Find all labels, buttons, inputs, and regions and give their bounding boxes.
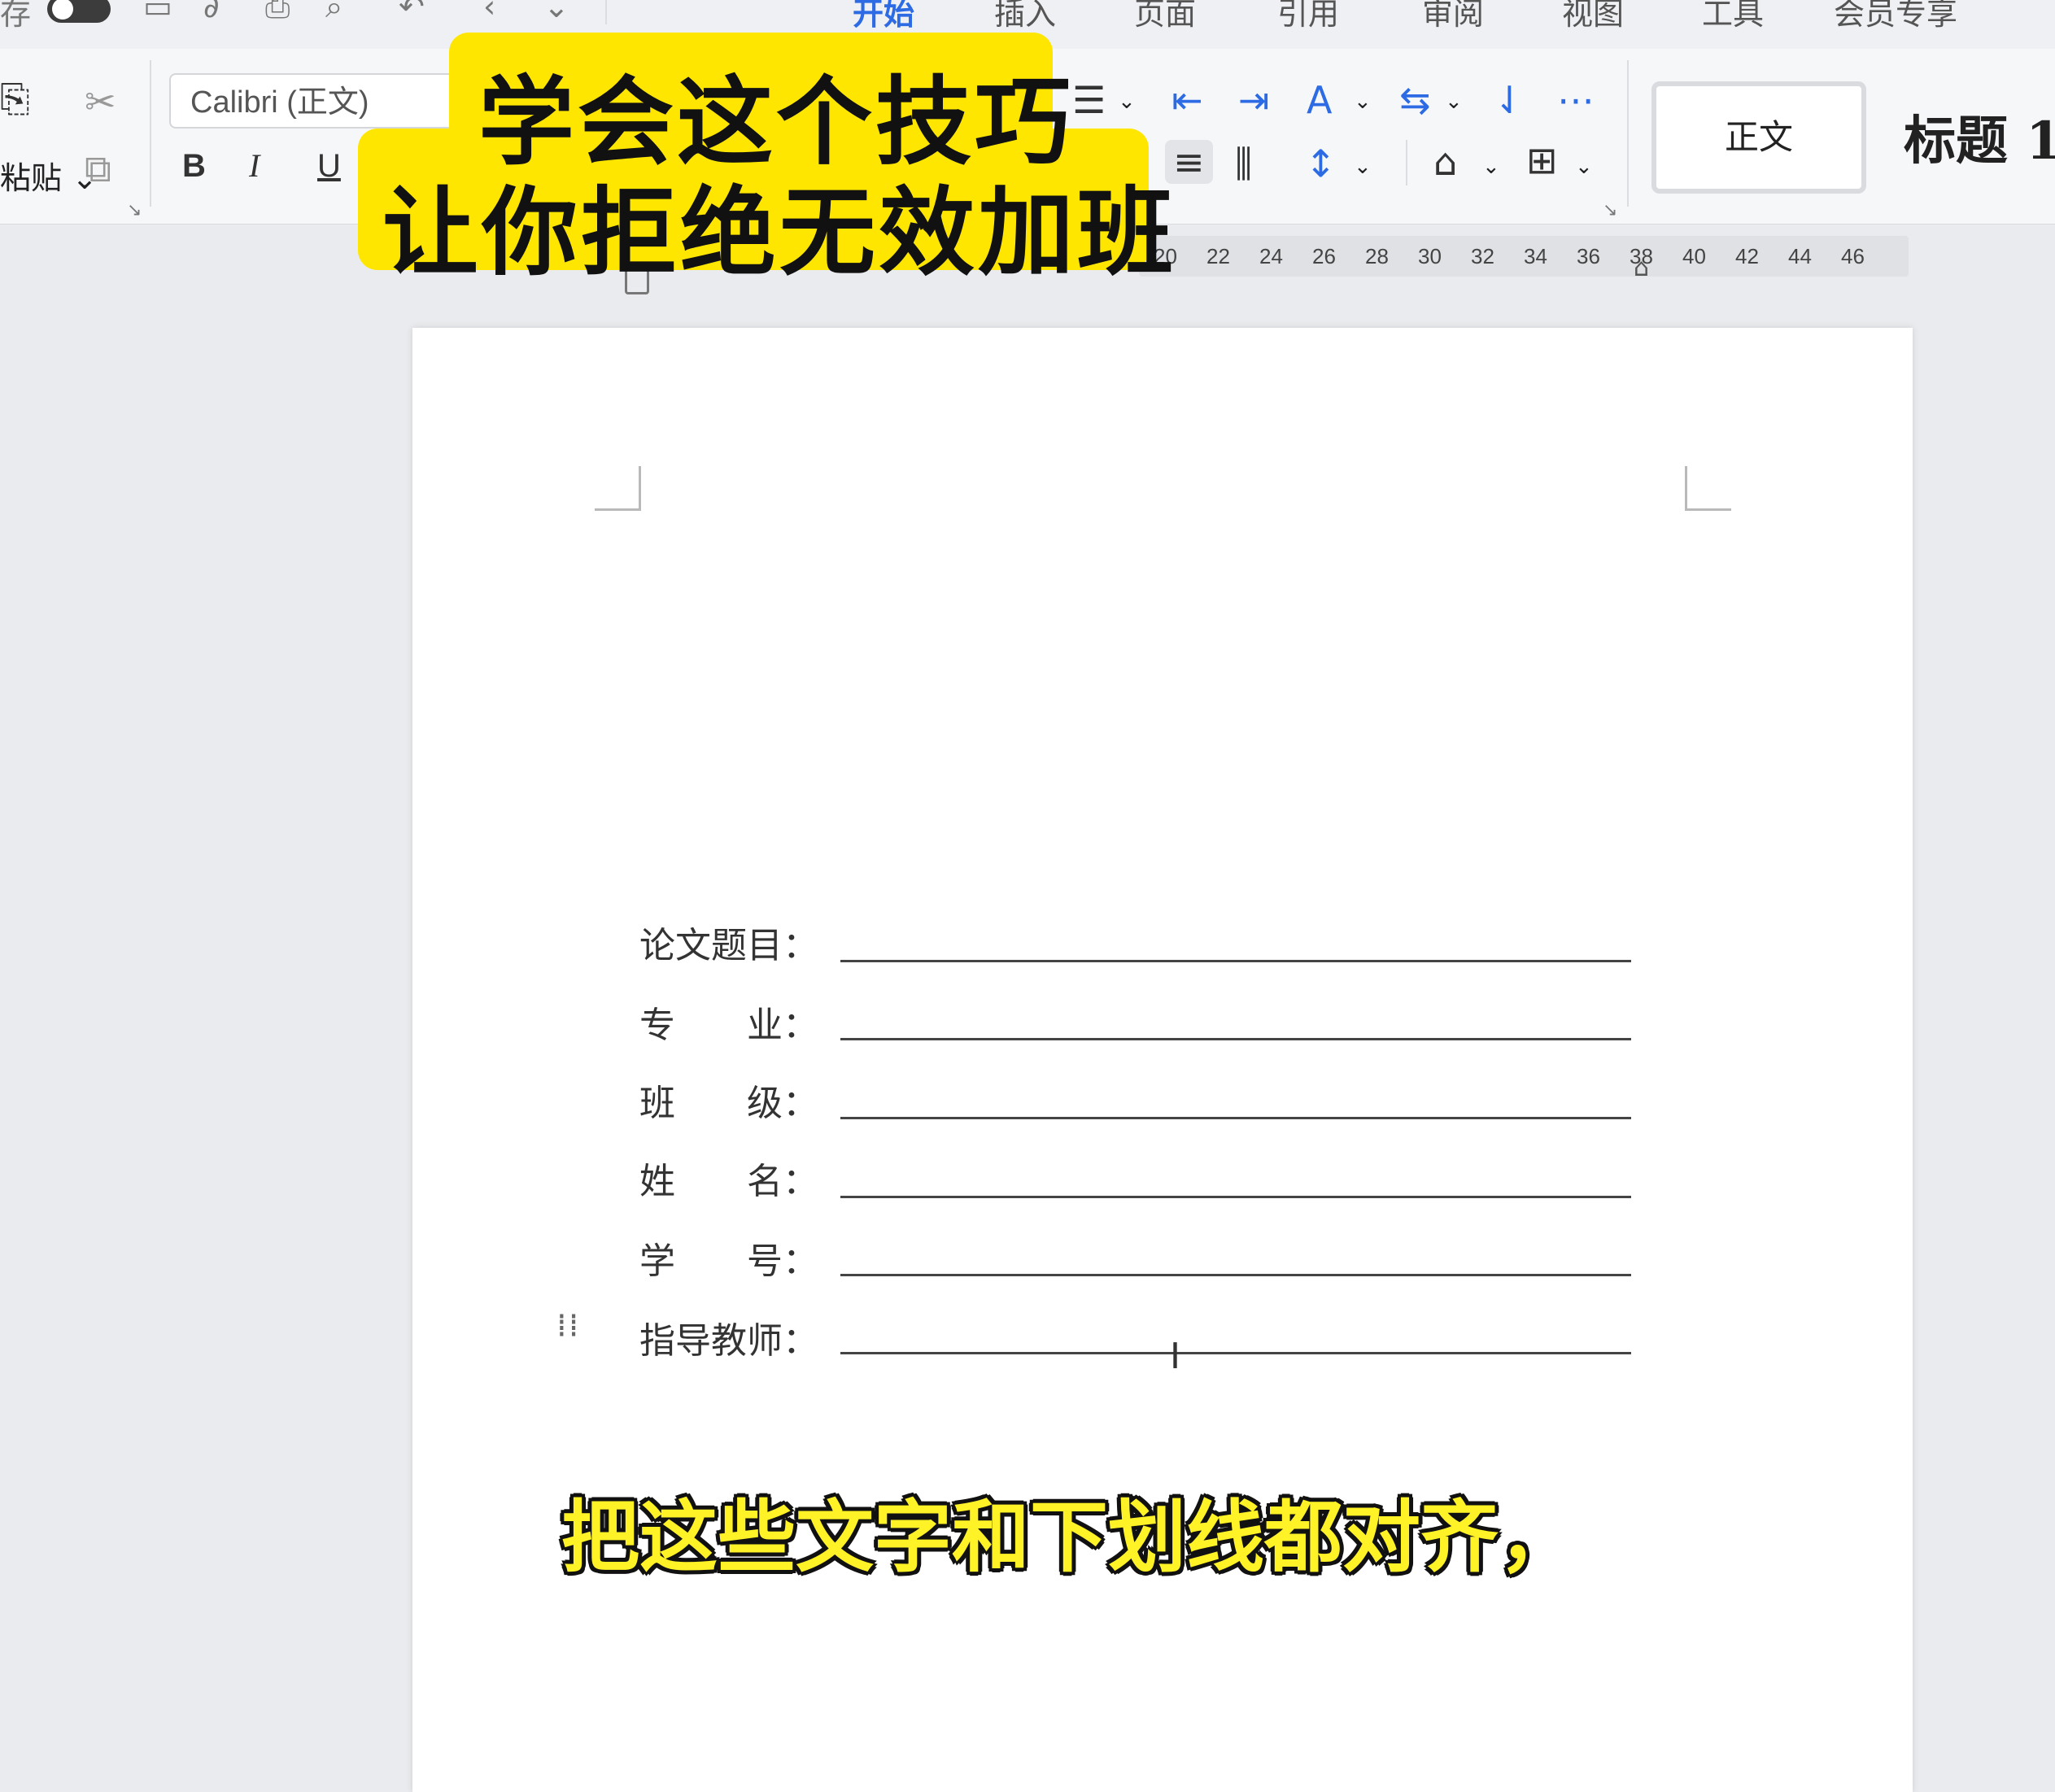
underline-student-id[interactable]: [840, 1274, 1631, 1276]
chevron-down-icon[interactable]: ⌄: [1575, 155, 1593, 179]
divider: [1627, 60, 1629, 207]
chevron-down-icon[interactable]: ⌄: [1354, 155, 1372, 179]
text-cursor-icon: I: [1170, 1336, 1180, 1377]
underline-major[interactable]: [840, 1038, 1631, 1040]
line-spacing-icon[interactable]: ↕: [1305, 145, 1337, 182]
character-spacing-icon[interactable]: A: [1307, 81, 1332, 119]
link-icon[interactable]: ∂: [203, 0, 220, 24]
borders-icon[interactable]: ⊞: [1526, 142, 1558, 179]
tab-page[interactable]: 页面: [1134, 0, 1196, 33]
autosave-toggle[interactable]: [47, 0, 111, 23]
text-direction-icon[interactable]: ⇆: [1399, 81, 1431, 119]
chevron-down-icon[interactable]: ⌄: [1354, 89, 1372, 114]
field-label-class: 班 级：: [639, 1083, 818, 1124]
right-indent-marker-icon[interactable]: ⌂: [1634, 254, 1649, 282]
bold-button[interactable]: B: [182, 150, 206, 182]
ruler-tick: 24: [1259, 244, 1283, 268]
style-heading-1[interactable]: 标题 1: [1904, 99, 2055, 174]
distributed-align-icon[interactable]: ⫼: [1235, 145, 1252, 182]
tab-review[interactable]: 审阅: [1422, 0, 1484, 33]
shading-icon[interactable]: ⌂: [1433, 143, 1457, 181]
video-subtitle: 把这些文字和下划线都对齐，: [561, 1492, 1577, 1583]
paste-label: 粘贴: [0, 160, 63, 196]
paragraph-launcher-icon[interactable]: ↘: [1603, 200, 1617, 220]
ruler-tick: 44: [1788, 244, 1812, 268]
format-painter-icon[interactable]: ⎘: [0, 80, 30, 117]
tab-member[interactable]: 会员专享: [1834, 0, 1957, 33]
chevron-down-icon[interactable]: ⌄: [1445, 89, 1463, 114]
style-normal[interactable]: 正文: [1651, 81, 1866, 194]
field-label-thesis-title: 论文题目：: [639, 925, 818, 966]
tab-view[interactable]: 视图: [1562, 0, 1624, 33]
underline-advisor[interactable]: [840, 1352, 1631, 1354]
margin-corner-top-right: [1685, 466, 1731, 511]
ruler-tick: 32: [1471, 244, 1494, 268]
underline-button[interactable]: U: [317, 150, 341, 182]
ruler-tick: 34: [1524, 244, 1547, 268]
ruler-tick: 22: [1206, 244, 1230, 268]
tab-tools[interactable]: 工具: [1702, 0, 1764, 33]
banner-line-2: 让你拒绝无效加班: [382, 177, 1177, 289]
print-icon[interactable]: ⎙: [265, 0, 290, 25]
tab-home[interactable]: 开始: [853, 0, 914, 33]
paste-button[interactable]: 粘贴 ⌄: [0, 153, 98, 198]
drag-handle-icon[interactable]: ⁞⁞: [556, 1310, 580, 1342]
field-label-name: 姓 名：: [639, 1161, 818, 1202]
more-chevron-icon[interactable]: ⌄: [543, 0, 569, 24]
increase-indent-icon[interactable]: ⇥: [1238, 81, 1270, 119]
tab-references[interactable]: 引用: [1277, 0, 1339, 33]
undo-icon[interactable]: ↶: [399, 0, 425, 24]
ruler-tick: 26: [1312, 244, 1336, 268]
field-label-major: 专 业：: [639, 1005, 818, 1046]
title-banner: 学会这个技巧 让你拒绝无效加班: [358, 33, 1173, 289]
ruler-tick: 42: [1735, 244, 1759, 268]
chevron-down-icon[interactable]: ⌄: [1482, 155, 1500, 179]
underline-thesis-title[interactable]: [840, 960, 1631, 962]
copy-icon[interactable]: ⧉: [85, 150, 111, 187]
decrease-indent-icon[interactable]: ⇤: [1171, 81, 1203, 119]
divider: [1406, 140, 1407, 185]
ruler-tick: 36: [1577, 244, 1600, 268]
divider: [605, 0, 607, 24]
sort-icon[interactable]: ⇃: [1494, 81, 1525, 119]
clipboard-launcher-icon[interactable]: ↘: [127, 200, 142, 220]
underline-name[interactable]: [840, 1196, 1631, 1198]
divider: [150, 60, 151, 207]
cut-icon[interactable]: ✂: [85, 83, 116, 120]
autosave-label: 存: [0, 0, 32, 32]
ruler-tick: 40: [1682, 244, 1706, 268]
underline-class[interactable]: [840, 1117, 1631, 1119]
margin-corner-top-left: [595, 466, 641, 511]
tab-insert[interactable]: 插入: [994, 0, 1056, 33]
save-icon[interactable]: ▭: [143, 0, 172, 24]
field-label-advisor: 指导教师：: [639, 1320, 818, 1362]
ruler-tick: 46: [1841, 244, 1865, 268]
show-hide-marks-icon[interactable]: ⋯: [1557, 81, 1595, 119]
print-preview-icon[interactable]: ⌕: [325, 0, 342, 25]
field-label-student-id: 学 号：: [639, 1240, 818, 1282]
redo-icon[interactable]: ‹: [483, 0, 495, 24]
ruler-tick: 28: [1365, 244, 1389, 268]
italic-button[interactable]: I: [249, 150, 260, 182]
ruler-tick: 30: [1418, 244, 1442, 268]
